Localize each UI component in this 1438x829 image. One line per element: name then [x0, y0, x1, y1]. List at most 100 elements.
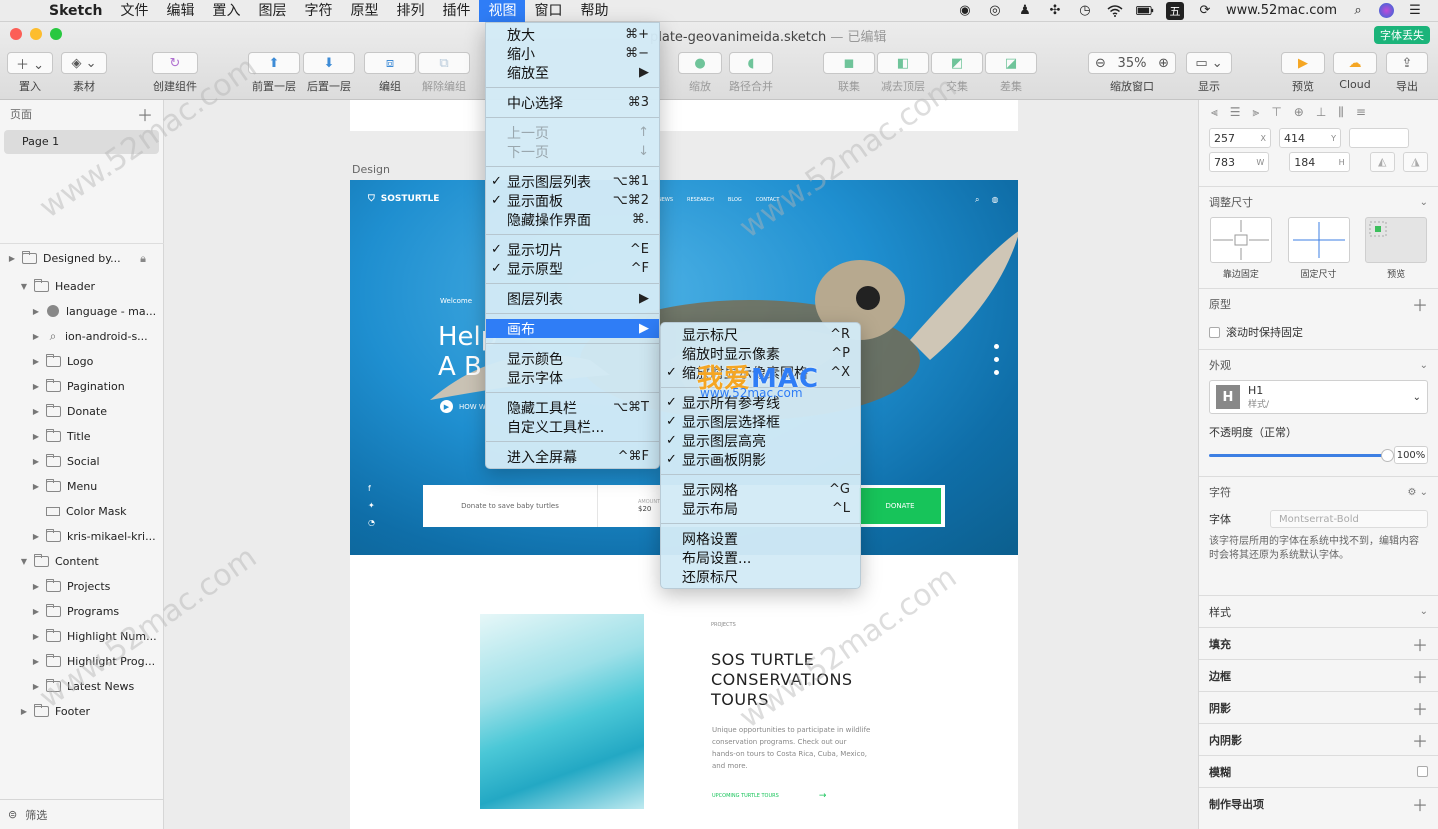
donate-button[interactable]: DONATE	[856, 485, 944, 527]
flip-vertical-icon[interactable]: ◮	[1402, 152, 1428, 172]
align-left-icon[interactable]: ⫷	[1211, 105, 1218, 120]
display-icon[interactable]: ▭ ⌄	[1186, 52, 1232, 74]
menu-item[interactable]: 显示网格 ^G	[661, 480, 860, 499]
search-icon[interactable]: ⌕	[975, 195, 979, 205]
layer-row[interactable]: ▶ Programs	[0, 598, 164, 623]
time-machine-icon[interactable]: ◷	[1076, 2, 1094, 20]
site-nav-link[interactable]: BLOG	[728, 197, 742, 203]
menu-item[interactable]: 中心选择 ⌘3	[486, 93, 659, 112]
disclosure-closed-icon[interactable]: ▶	[30, 582, 42, 591]
menu-item[interactable]: 布局设置...	[661, 548, 860, 567]
preview-option[interactable]: 预览	[1364, 217, 1428, 280]
align-right-icon[interactable]: ⫸	[1253, 105, 1260, 120]
disclosure-closed-icon[interactable]: ▶	[30, 632, 42, 641]
menu-item[interactable]: 还原标尺	[661, 567, 860, 586]
add-property-icon[interactable]: ＋	[1412, 792, 1428, 816]
site-nav-link[interactable]: NEWS	[658, 197, 673, 203]
opacity-value[interactable]: 100%	[1394, 446, 1428, 464]
filter-bar[interactable]: ⊜ 筛选	[0, 799, 164, 829]
y-field[interactable]: 414 Y	[1279, 128, 1341, 148]
group-icon[interactable]: ⧈	[364, 52, 416, 74]
add-property-icon[interactable]: ＋	[1412, 728, 1428, 752]
menu-item[interactable]: 缩放至 ▶	[486, 63, 659, 82]
layer-row[interactable]: Color Mask	[0, 498, 164, 523]
battery-icon[interactable]	[1135, 2, 1154, 20]
layer-row[interactable]: ▼ Header	[0, 273, 164, 298]
menu-item[interactable]: 画布 ▶	[486, 319, 659, 338]
pagination-dot[interactable]	[994, 344, 999, 349]
play-icon[interactable]: ▶	[1281, 52, 1325, 74]
layer-row[interactable]: ▶ kris-mikael-kri...	[0, 523, 164, 548]
pagination-dot[interactable]	[994, 357, 999, 362]
width-field[interactable]: 783 W	[1209, 152, 1270, 172]
flatten-tool[interactable]: ◖ 路径合并	[729, 52, 773, 94]
site-logo[interactable]: ⛉ SOSTURTLE	[368, 194, 439, 204]
chevron-down-icon[interactable]: ⌄	[1420, 606, 1428, 617]
font-field[interactable]: Montserrat-Bold	[1270, 510, 1428, 528]
preview-tool[interactable]: ▶ 预览	[1281, 52, 1325, 94]
ungroup-tool[interactable]: ⧉ 解除编组	[418, 52, 470, 94]
rotation-field[interactable]	[1349, 128, 1409, 148]
distribute-h-icon[interactable]: ⫼	[1338, 105, 1344, 120]
pagination-dot[interactable]	[994, 370, 999, 375]
style-property-row[interactable]: 填充 ＋	[1199, 627, 1438, 659]
add-prototype-icon[interactable]: ＋	[1412, 292, 1428, 316]
chevron-down-icon[interactable]: ⌄	[1420, 197, 1428, 208]
menu-item[interactable]: 文件	[111, 0, 157, 22]
gear-icon[interactable]: ⚙ ⌄	[1407, 487, 1428, 498]
sync-icon[interactable]: ⟳	[1196, 2, 1214, 20]
zoom-window-button[interactable]	[50, 28, 62, 40]
menu-item[interactable]: 帮助	[571, 0, 617, 22]
notification-center-icon[interactable]: ☰	[1406, 2, 1424, 20]
menu-item[interactable]: 隐藏工具栏 ⌥⌘T	[486, 398, 659, 417]
siri-icon[interactable]	[1379, 3, 1394, 18]
artboard-label[interactable]: Design	[352, 163, 390, 176]
subtract-tool[interactable]: ◧ 减去顶层	[877, 52, 929, 94]
disclosure-closed-icon[interactable]: ▶	[6, 254, 18, 263]
add-property-icon[interactable]: ＋	[1412, 696, 1428, 720]
disclosure-closed-icon[interactable]: ▶	[30, 532, 42, 541]
twitter-icon[interactable]: ✦	[368, 501, 375, 510]
export-tool[interactable]: ⇪ 导出	[1386, 52, 1428, 94]
menu-item[interactable]: 显示布局 ^L	[661, 499, 860, 518]
disclosure-closed-icon[interactable]: ▶	[30, 357, 42, 366]
menu-item[interactable]: 编辑	[157, 0, 203, 22]
rss-icon[interactable]: ◔	[368, 518, 375, 527]
lock-icon[interactable]: 🔒︎	[140, 252, 146, 266]
create-symbol-tool[interactable]: ↻ 创建组件	[152, 52, 198, 94]
disclosure-closed-icon[interactable]: ▶	[30, 407, 42, 416]
layer-row[interactable]: ▶ Logo	[0, 348, 164, 373]
layer-row[interactable]: ▶ Pagination	[0, 373, 164, 398]
flatten-icon[interactable]: ◖	[729, 52, 773, 74]
menu-item[interactable]: ✓ 显示画板阴影	[661, 450, 860, 469]
menu-item[interactable]: 进入全屏幕 ^⌘F	[486, 447, 659, 466]
zoom-control[interactable]: ⊖ 35% ⊕	[1088, 52, 1176, 74]
menu-item[interactable]: 显示标尺 ^R	[661, 325, 860, 344]
add-property-icon[interactable]: ＋	[1412, 632, 1428, 656]
height-field[interactable]: 184 H	[1289, 152, 1350, 172]
style-property-row[interactable]: 内阴影 ＋	[1199, 723, 1438, 755]
spotlight-search-icon[interactable]: ⌕	[1349, 2, 1367, 20]
align-top-icon[interactable]: ⊤	[1271, 105, 1281, 119]
share-icon[interactable]: ⇪	[1386, 52, 1428, 74]
layer-row[interactable]: ▶ Donate	[0, 398, 164, 423]
intersect-icon[interactable]: ◩	[931, 52, 983, 74]
style-property-row[interactable]: 边框 ＋	[1199, 659, 1438, 691]
assets-tool[interactable]: ◈ ⌄ 素材	[61, 52, 107, 94]
qq-icon[interactable]: ♟	[1016, 2, 1034, 20]
artboard-above[interactable]	[350, 100, 1018, 131]
layer-row[interactable]: ▶ Designed by... 🔒︎	[0, 243, 164, 273]
zoom-tool[interactable]: ⊖ 35% ⊕ 缩放窗口	[1088, 52, 1176, 94]
zoom-out-icon[interactable]: ⊖	[1095, 56, 1106, 71]
ungroup-icon[interactable]: ⧉	[418, 52, 470, 74]
layer-row[interactable]: ▶ Menu	[0, 473, 164, 498]
menu-item[interactable]: ✓ 显示图层选择框	[661, 412, 860, 431]
menu-item[interactable]: 原型	[341, 0, 387, 22]
layer-row[interactable]: ▶ Highlight Prog...	[0, 648, 164, 673]
menu-item[interactable]: 显示颜色	[486, 349, 659, 368]
insert-tool[interactable]: ＋ ⌄ 置入	[7, 52, 53, 94]
opacity-label[interactable]: 不透明度（正常）	[1209, 424, 1428, 440]
layer-row[interactable]: ▼ Content	[0, 548, 164, 573]
union-icon[interactable]: ◼	[823, 52, 875, 74]
text-style-picker[interactable]: H H1 样式/ ⌄	[1209, 380, 1428, 414]
